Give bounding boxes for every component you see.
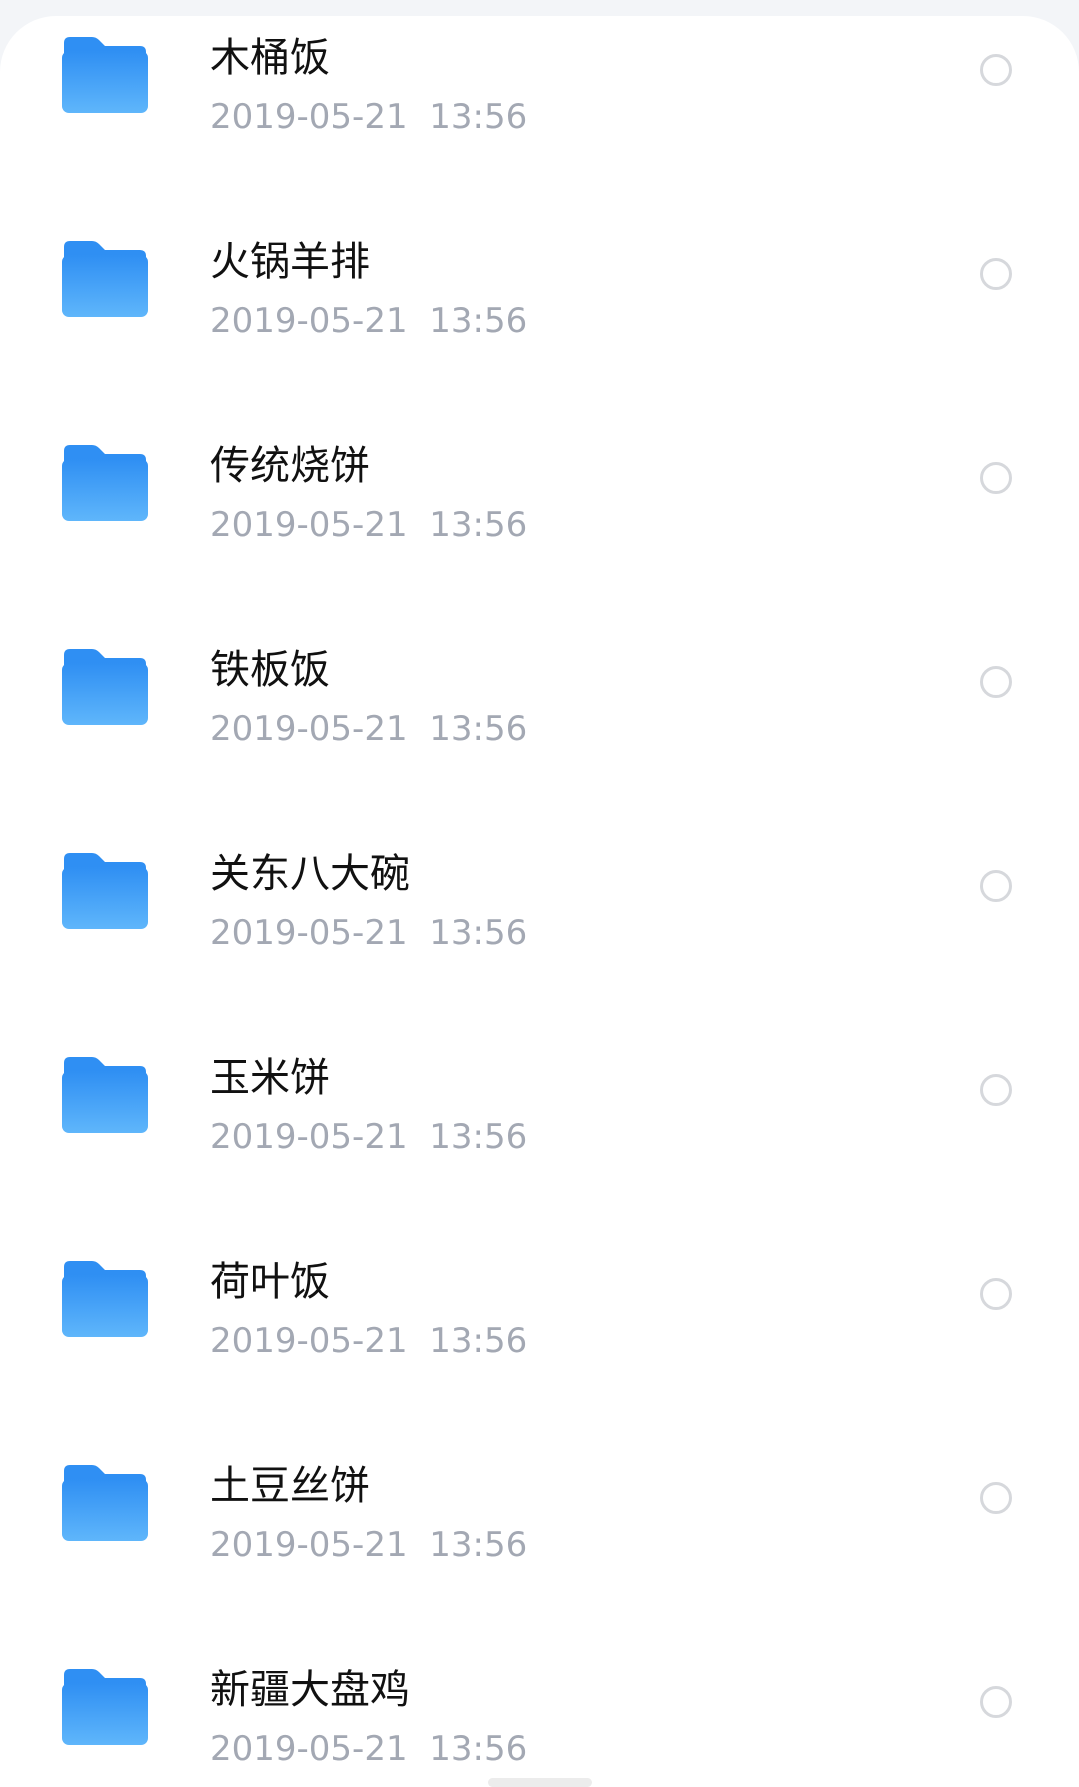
file-list-item[interactable]: 玉米饼 2019-05-21 13:56 — [0, 893, 1079, 1157]
file-name: 新疆大盘鸡 — [210, 1667, 410, 1713]
file-name: 荷叶饭 — [210, 1259, 330, 1305]
file-list-item[interactable]: 新疆大盘鸡 2019-05-21 13:56 — [0, 1505, 1079, 1769]
file-list-item[interactable]: 传统烧饼 2019-05-21 13:56 — [0, 281, 1079, 545]
file-list-item[interactable]: 铁板饭 2019-05-21 13:56 — [0, 485, 1079, 749]
file-name: 传统烧饼 — [210, 443, 370, 489]
folder-icon — [60, 1669, 148, 1745]
file-name: 火锅羊排 — [210, 239, 370, 285]
file-date: 2019-05-21 — [210, 1729, 408, 1769]
select-radio[interactable] — [980, 1686, 1012, 1718]
file-name: 玉米饼 — [210, 1055, 330, 1101]
file-name: 土豆丝饼 — [210, 1463, 370, 1509]
file-list-item[interactable]: 火锅羊排 2019-05-21 13:56 — [0, 77, 1079, 341]
file-name: 木桶饭 — [210, 35, 330, 81]
file-modified-time: 2019-05-21 13:56 — [210, 1729, 527, 1769]
file-time: 13:56 — [429, 1729, 528, 1769]
file-name: 关东八大碗 — [210, 851, 410, 897]
file-name: 铁板饭 — [210, 647, 330, 693]
file-list-item[interactable]: 荷叶饭 2019-05-21 13:56 — [0, 1097, 1079, 1361]
file-list-item[interactable]: 关东八大碗 2019-05-21 13:56 — [0, 689, 1079, 953]
file-list-item[interactable]: 木桶饭 2019-05-21 13:56 — [0, 16, 1079, 137]
file-list-item[interactable]: 土豆丝饼 2019-05-21 13:56 — [0, 1301, 1079, 1565]
file-list-panel: 木桶饭 2019-05-21 13:56 火锅羊排 2019-05-21 13:56 传… — [0, 16, 1079, 1787]
home-indicator — [488, 1778, 592, 1787]
